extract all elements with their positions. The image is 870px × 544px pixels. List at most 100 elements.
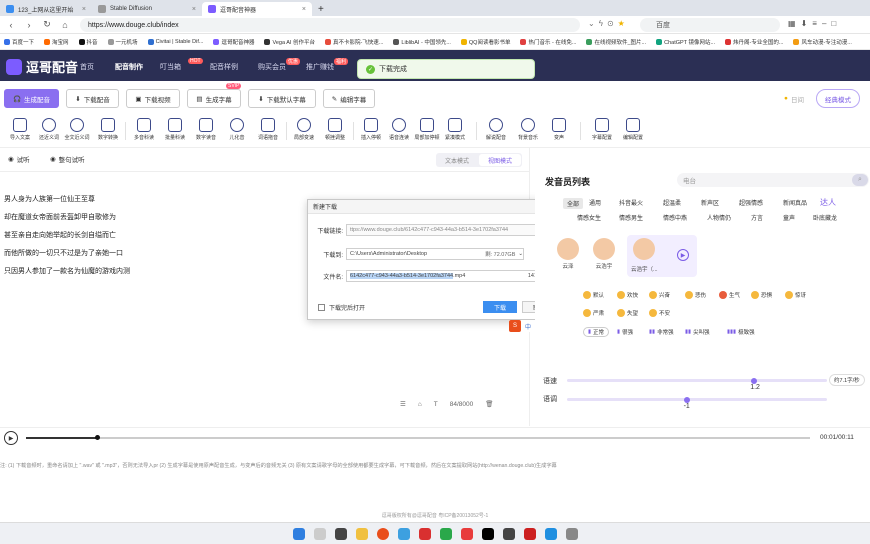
generate-subtitle-button[interactable]: ▤ 生成字幕 <box>187 89 241 108</box>
category-item[interactable]: 通用 <box>589 198 601 207</box>
pitch-slider-handle[interactable] <box>683 396 690 403</box>
voice-card-selected[interactable]: 云浩宇（... ▶ <box>627 235 697 277</box>
trash-icon[interactable]: 🗑 <box>485 400 493 408</box>
text-line[interactable]: 而他所做的一切只不过是为了亲她一口 <box>4 248 123 258</box>
app-icon[interactable] <box>565 527 578 540</box>
star-icon[interactable]: ★ <box>618 19 625 28</box>
emotion-option[interactable]: 不安 <box>649 309 670 317</box>
number-convert-tool[interactable]: 数字转换 <box>93 118 123 141</box>
search-taskbar-icon[interactable] <box>313 527 326 540</box>
emotion-option[interactable]: 悲伤 <box>685 291 706 299</box>
bookmark-item[interactable]: LiblibAI - 中国领先... <box>393 38 451 46</box>
bookmark-item[interactable]: 真不卡影院-飞快速... <box>324 38 383 46</box>
bookmark-item[interactable]: 百度一下 <box>4 38 34 46</box>
visual-mode-tab[interactable]: 视图模式 <box>479 154 521 166</box>
url-input[interactable]: https://www.douge.club/index <box>80 18 580 32</box>
bookmark-item[interactable]: ChatGPT 镜像网站... <box>656 38 715 46</box>
emotion-option[interactable]: 生气 <box>719 291 740 299</box>
full-synonym-tool[interactable]: 全文近义词 <box>62 118 92 141</box>
close-icon[interactable]: × <box>192 6 196 13</box>
nav-affiliate[interactable]: 推广赚钱 <box>306 62 334 72</box>
open-after-checkbox[interactable]: 下载完后打开 <box>318 303 365 312</box>
local-speed-tool[interactable]: 局部变速 <box>289 118 319 141</box>
play-icon[interactable]: ▶ <box>4 431 18 445</box>
forward-icon[interactable]: › <box>22 20 36 30</box>
bookmark-item[interactable]: 炜丹阁-专业全国的... <box>725 38 783 46</box>
category-item[interactable]: 卧底藏龙 <box>813 213 837 222</box>
category-item[interactable]: 人物情仍 <box>707 213 731 222</box>
intensity-option[interactable]: ▮▮ 非常强 <box>649 328 674 336</box>
progress-track[interactable] <box>26 435 810 440</box>
start-icon[interactable] <box>292 527 305 540</box>
generate-dubbing-button[interactable]: 🎧 生成配音 <box>4 89 59 108</box>
share-icon[interactable]: ⊙ <box>607 19 614 28</box>
directory-select[interactable]: C:\Users\Administrator\Desktop 剩: 72.07GB… <box>346 248 524 260</box>
app-icon[interactable] <box>523 527 536 540</box>
app-icon[interactable] <box>544 527 557 540</box>
bookmark-item[interactable]: 逗哥配音神器 <box>213 38 254 46</box>
emotion-option[interactable]: 恐惧 <box>751 291 772 299</box>
browser-tab-active[interactable]: 逗哥配音神器 × <box>202 2 312 16</box>
emotion-option[interactable]: 惊讶 <box>785 291 806 299</box>
batch-read-tool[interactable]: 批量科读 <box>160 118 190 141</box>
intensity-option-selected[interactable]: ▮ 正常 <box>583 327 610 337</box>
download-default-subtitle-button[interactable]: ⬇ 下载默认字幕 <box>248 89 316 108</box>
explorer-icon[interactable] <box>355 527 368 540</box>
menu-icon[interactable]: ≡ <box>812 19 817 28</box>
word-drag-tool[interactable]: 词语拖音 <box>253 118 283 141</box>
minimize-icon[interactable]: – <box>822 19 826 28</box>
speed-slider-handle[interactable] <box>751 377 758 384</box>
category-item[interactable]: 超温柔 <box>663 198 681 207</box>
app-icon[interactable] <box>502 527 515 540</box>
format-icon[interactable]: ☰ <box>400 400 406 408</box>
import-text-tool[interactable]: 导入文案 <box>5 118 35 141</box>
category-item[interactable]: 童声 <box>783 213 795 222</box>
voice-change-tool[interactable]: 变声 <box>544 118 574 141</box>
download-dubbing-button[interactable]: ⬇ 下载配音 <box>66 89 119 108</box>
category-item[interactable]: 情感女生 <box>577 213 601 222</box>
nav-toolbox[interactable]: 叮当箱 <box>160 62 181 72</box>
bookmark-item[interactable]: 淘宝网 <box>44 38 69 46</box>
insert-pause-tool[interactable]: 插入停顿 <box>356 118 386 141</box>
speed-slider[interactable] <box>567 377 827 384</box>
nav-membership[interactable]: 购买会员 <box>258 62 286 72</box>
search-input[interactable]: 百度 <box>640 18 780 32</box>
pitch-slider[interactable] <box>567 396 827 403</box>
preview-button[interactable]: ◉ 试听 <box>8 154 30 164</box>
browser-tab[interactable]: 123_上网从这里开始 × <box>0 2 92 16</box>
nav-home[interactable]: 首页 <box>80 62 94 72</box>
emotion-option[interactable]: 欢快 <box>617 291 638 299</box>
play-icon[interactable]: ▶ <box>677 249 689 261</box>
capcut-icon[interactable] <box>481 527 494 540</box>
emotion-option[interactable]: 默认 <box>583 291 604 299</box>
nav-dubbing[interactable]: 配音制作 <box>115 62 143 72</box>
intensity-option[interactable]: ▮▮▮ 极致强 <box>727 328 755 336</box>
full-preview-button[interactable]: ◉ 整句试听 <box>50 154 85 164</box>
app-icon[interactable] <box>418 527 431 540</box>
close-icon[interactable]: × <box>302 6 306 13</box>
edit-subtitle-button[interactable]: ✎ 编辑字幕 <box>323 89 375 108</box>
back-icon[interactable]: ‹ <box>4 20 18 30</box>
erhua-tool[interactable]: 儿化音 <box>222 118 252 141</box>
edit-config-tool[interactable]: 编辑配置 <box>618 118 648 141</box>
download-button[interactable]: 下载 <box>483 301 517 313</box>
bookmark-item[interactable]: 一元机场 <box>107 38 138 46</box>
nav-samples[interactable]: 配音样例 <box>210 62 238 72</box>
category-item[interactable]: 抖音最火 <box>619 198 643 207</box>
bookmark-item[interactable]: 在线视频软件_图片... <box>586 38 646 46</box>
cadence-tool[interactable]: 顿挫调整 <box>320 118 350 141</box>
sogou-icon[interactable]: S <box>509 320 521 332</box>
reload-icon[interactable]: ↻ <box>40 19 54 30</box>
compact-mode-tool[interactable]: 紧凑模式 <box>440 118 470 141</box>
download-icon[interactable]: ⬇ <box>801 19 808 28</box>
text-mode-tab[interactable]: 文本模式 <box>436 153 478 167</box>
bookmark-item[interactable]: QQ阅读看影书单 <box>460 38 510 46</box>
text-icon[interactable]: T <box>434 401 438 408</box>
digit-read-tool[interactable]: 数字读音 <box>191 118 221 141</box>
filename-field[interactable]: 6142c477-c943-44a3-b514-3e1702fa3744 .mp4… <box>346 270 556 282</box>
intensity-option[interactable]: ▮▮ 尖叫强 <box>685 328 710 336</box>
classic-mode-button[interactable]: 经典模式 <box>816 89 860 108</box>
local-pause-tool[interactable]: 局部加停顿 <box>412 118 442 141</box>
search-icon[interactable]: ⌕ <box>852 174 868 186</box>
bookmark-item[interactable]: 热门音乐 - 在线免... <box>520 38 576 46</box>
